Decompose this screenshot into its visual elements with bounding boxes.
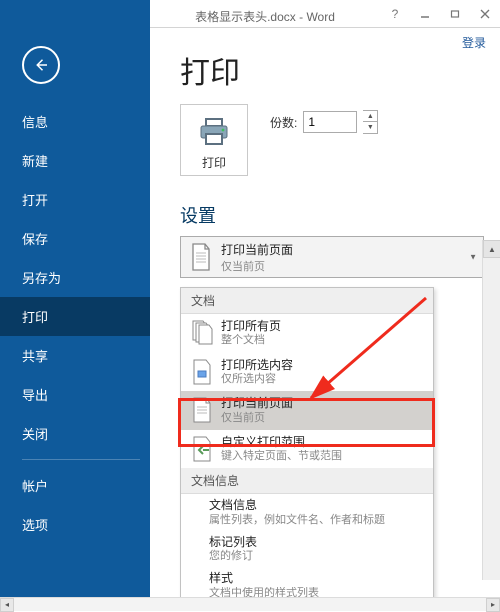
print-range-flyout: 文档 打印所有页整个文档打印所选内容仅所选内容打印当前页面仅当前页自定义打印范围… <box>180 287 434 603</box>
settings-heading: 设置 <box>180 202 484 228</box>
back-button[interactable] <box>22 46 60 84</box>
flyout-item-3[interactable]: 自定义打印范围键入特定页面、节或范围 <box>181 430 433 469</box>
restore-icon[interactable] <box>440 0 470 28</box>
nav-separator <box>22 459 140 460</box>
copies-input[interactable] <box>303 111 357 133</box>
copies-row: 份数: ▲ ▼ <box>270 110 378 134</box>
spin-down-icon[interactable]: ▼ <box>363 122 377 133</box>
page-icon <box>189 319 215 347</box>
flyout-item-1[interactable]: 打印所选内容仅所选内容 <box>181 353 433 392</box>
sidebar-item-1[interactable]: 新建 <box>0 141 150 180</box>
sidebar-item-0[interactable]: 信息 <box>0 102 150 141</box>
sidebar-item-4[interactable]: 另存为 <box>0 258 150 297</box>
flyout-item-2[interactable]: 打印当前页面仅当前页 <box>181 391 433 430</box>
vertical-scrollbar[interactable]: ▲ <box>482 240 500 580</box>
chevron-down-icon: ▼ <box>469 253 477 262</box>
page-icon <box>189 358 215 386</box>
flyout-info-sub: 属性列表，例如文件名、作者和标题 <box>209 514 423 527</box>
close-icon[interactable] <box>470 0 500 28</box>
sidebar-item-2[interactable]: 打开 <box>0 180 150 219</box>
page-icon <box>189 396 215 424</box>
titlebar-sidebar-spacer <box>0 0 150 28</box>
flyout-extra1[interactable]: 标记列表 您的修订 <box>181 531 433 568</box>
horizontal-scrollbar[interactable]: ◂ ▸ <box>0 597 500 611</box>
sidebar-bottom-item-1[interactable]: 选项 <box>0 505 150 544</box>
window-controls: ? <box>380 0 500 28</box>
backstage-sidebar: 信息新建打开保存另存为打印共享导出关闭 帐户选项 <box>0 28 150 610</box>
sidebar-item-7[interactable]: 导出 <box>0 375 150 414</box>
spin-up-icon[interactable]: ▲ <box>363 111 377 122</box>
help-icon[interactable]: ? <box>380 0 410 28</box>
printer-icon <box>197 117 231 150</box>
page-icon <box>189 435 215 463</box>
copies-spinner: ▲ ▼ <box>363 110 378 134</box>
sidebar-item-5[interactable]: 打印 <box>0 297 150 336</box>
sidebar-item-3[interactable]: 保存 <box>0 219 150 258</box>
scroll-left-icon[interactable]: ◂ <box>0 598 14 612</box>
titlebar: 表格显示表头.docx - Word ? <box>0 0 500 28</box>
dropdown-sub: 仅当前页 <box>221 258 477 274</box>
print-button-label: 打印 <box>202 154 226 171</box>
flyout-info-title: 文档信息 <box>209 498 423 512</box>
dropdown-title: 打印当前页面 <box>221 241 477 258</box>
print-button[interactable]: 打印 <box>180 104 248 176</box>
scroll-up-icon[interactable]: ▲ <box>483 240 500 258</box>
sidebar-item-8[interactable]: 关闭 <box>0 414 150 453</box>
print-range-dropdown[interactable]: 打印当前页面 仅当前页 ▼ <box>180 236 484 278</box>
document-title: 表格显示表头.docx - Word <box>150 2 380 25</box>
minimize-icon[interactable] <box>410 0 440 28</box>
flyout-section-documents: 文档 <box>181 288 433 314</box>
login-link[interactable]: 登录 <box>462 34 486 51</box>
page-title: 打印 <box>180 48 500 92</box>
scroll-right-icon[interactable]: ▸ <box>486 598 500 612</box>
page-icon <box>187 241 215 273</box>
flyout-section-docinfo: 文档信息 <box>181 468 433 494</box>
sidebar-bottom-item-0[interactable]: 帐户 <box>0 466 150 505</box>
copies-label: 份数: <box>270 114 297 131</box>
flyout-info-item[interactable]: 文档信息 属性列表，例如文件名、作者和标题 <box>181 494 433 531</box>
flyout-item-0[interactable]: 打印所有页整个文档 <box>181 314 433 353</box>
sidebar-item-6[interactable]: 共享 <box>0 336 150 375</box>
